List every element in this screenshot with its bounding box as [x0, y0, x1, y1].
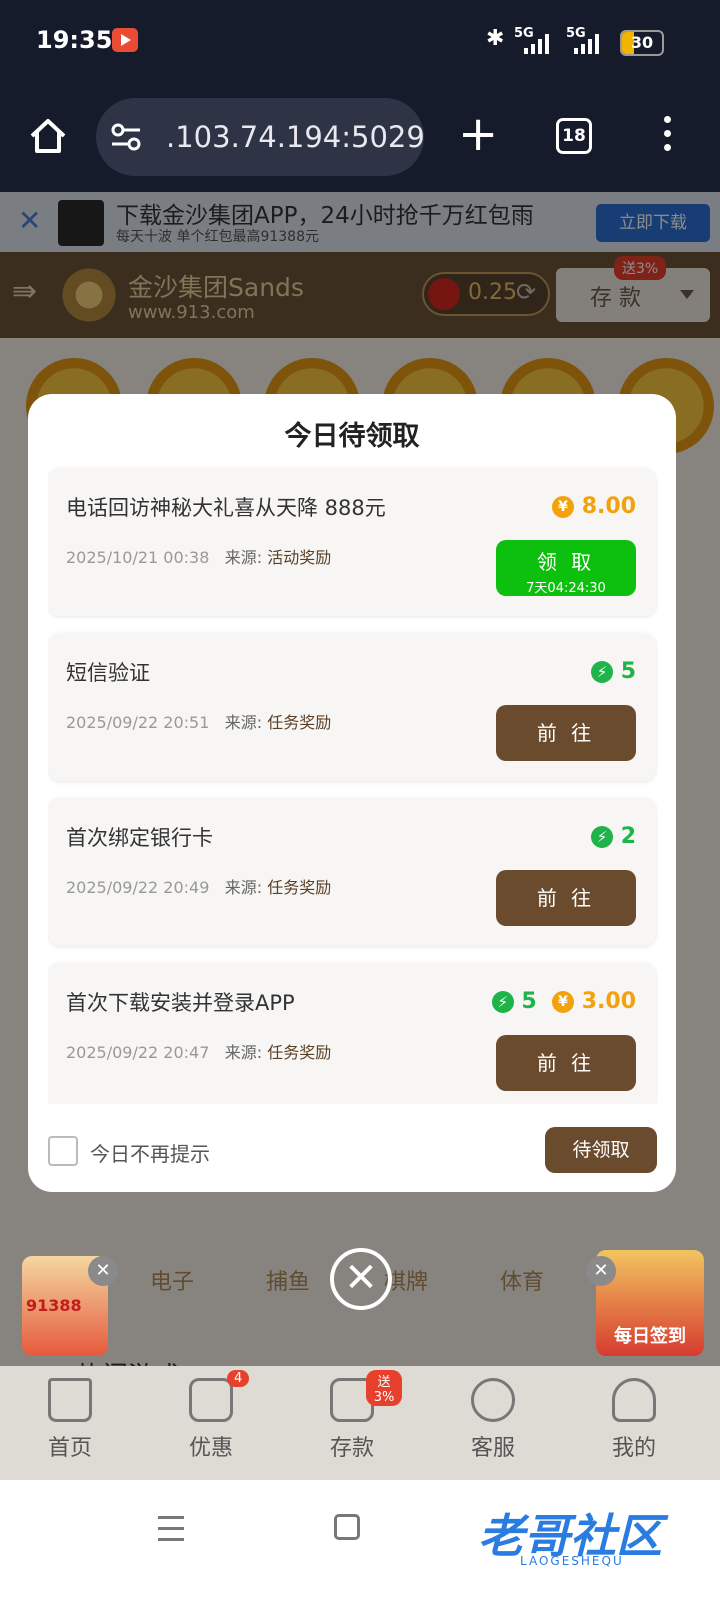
nav-profile[interactable]: 我的 [584, 1378, 684, 1462]
modal-close-icon[interactable]: ✕ [330, 1248, 392, 1310]
reward-meta: 2025/10/21 00:38 来源: 活动奖励 [66, 544, 331, 568]
nav-label: 优惠 [188, 1436, 233, 1461]
reward-title: 短信验证 [66, 661, 150, 685]
claim-label: 领 取 [536, 550, 596, 574]
reward-card: 首次绑定银行卡 ⚡ 2 2025/09/22 20:49 来源: 任务奖励 前 … [48, 798, 656, 946]
nav-support[interactable]: 客服 [443, 1378, 543, 1462]
promo-right-text: 每日签到 [614, 1326, 686, 1347]
reward-meta: 2025/09/22 20:51 来源: 任务奖励 [66, 709, 331, 733]
coin-icon: ¥ [552, 991, 575, 1013]
pending-rewards-modal: 今日待领取 电话回访神秘大礼喜从天降 888元 ¥ 8.00 2025/10/2… [28, 394, 676, 1192]
go-button[interactable]: 前 往 [496, 1035, 636, 1091]
reward-meta: 2025/09/22 20:49 来源: 任务奖励 [66, 874, 331, 898]
nav-label: 客服 [470, 1436, 515, 1461]
modal-title: 今日待领取 [284, 421, 420, 452]
reward-date: 2025/10/21 00:38 [66, 548, 210, 567]
nav-promotions[interactable]: 优惠 4 [161, 1370, 261, 1462]
nav-badge: 送3% [366, 1370, 402, 1406]
promo-left-text: 91388 [26, 1296, 82, 1315]
reward-amount: 8.00 [581, 494, 636, 519]
go-button[interactable]: 前 往 [496, 705, 636, 761]
reward-list[interactable]: 电话回访神秘大礼喜从天降 888元 ¥ 8.00 2025/10/21 00:3… [48, 464, 658, 1104]
source-label: 来源: [224, 548, 263, 567]
user-icon [612, 1378, 656, 1422]
lightning-icon: ⚡ [491, 991, 514, 1013]
reward-source: 任务奖励 [267, 713, 332, 732]
reward-card: 首次下载安装并登录APP ⚡ 5 ¥ 3.00 2025/09/22 20:47… [48, 963, 656, 1104]
coin-icon: ¥ [552, 496, 575, 518]
reward-value: ⚡ 5 [591, 659, 636, 684]
reward-date: 2025/09/22 20:47 [66, 1043, 210, 1062]
reward-source: 任务奖励 [267, 1043, 332, 1062]
lightning-icon: ⚡ [591, 826, 614, 848]
reward-date: 2025/09/22 20:51 [66, 713, 210, 732]
reward-amount: 3.00 [581, 989, 636, 1014]
reward-title: 电话回访神秘大礼喜从天降 888元 [66, 496, 386, 520]
gift-icon [189, 1378, 233, 1422]
home-icon [48, 1378, 92, 1422]
reward-value: ⚡ 2 [591, 824, 636, 849]
go-button[interactable]: 前 往 [496, 870, 636, 926]
no-remind-checkbox[interactable] [48, 1136, 78, 1166]
reward-card: 短信验证 ⚡ 5 2025/09/22 20:51 来源: 任务奖励 前 往 [48, 633, 656, 781]
source-label: 来源: [224, 713, 263, 732]
reward-meta: 2025/09/22 20:47 来源: 任务奖励 [66, 1039, 331, 1063]
reward-title: 首次下载安装并登录APP [66, 991, 295, 1015]
reward-value: ¥ 8.00 [552, 494, 636, 519]
headset-icon [471, 1378, 515, 1422]
lightning-icon: ⚡ [591, 661, 614, 683]
source-label: 来源: [224, 1043, 263, 1062]
system-nav-bar: 老哥社区 LAOGESHEQU [0, 1480, 720, 1604]
reward-points: 2 [620, 824, 636, 849]
pending-button[interactable]: 待领取 [545, 1127, 657, 1173]
nav-badge: 4 [227, 1370, 250, 1387]
reward-value: ⚡ 5 ¥ 3.00 [491, 989, 636, 1014]
nav-label: 我的 [611, 1436, 656, 1461]
reward-source: 任务奖励 [267, 878, 332, 897]
reward-points: 5 [620, 659, 636, 684]
reward-source: 活动奖励 [267, 548, 332, 567]
home-nav-icon[interactable] [334, 1514, 360, 1540]
nav-label: 存款 [329, 1436, 374, 1461]
nav-home[interactable]: 首页 [20, 1378, 120, 1462]
recent-apps-icon[interactable] [158, 1516, 184, 1541]
claim-button[interactable]: 领 取 7天04:24:30 [496, 540, 636, 596]
reward-date: 2025/09/22 20:49 [66, 878, 210, 897]
close-icon[interactable]: ✕ [586, 1256, 616, 1286]
nav-label: 首页 [47, 1436, 92, 1461]
no-remind-label: 今日不再提示 [90, 1142, 210, 1166]
reward-card: 电话回访神秘大礼喜从天降 888元 ¥ 8.00 2025/10/21 00:3… [48, 468, 656, 616]
close-icon[interactable]: ✕ [88, 1256, 118, 1286]
source-label: 来源: [224, 878, 263, 897]
reward-points: 5 [521, 989, 537, 1014]
watermark-sub: LAOGESHEQU [520, 1554, 624, 1568]
claim-timer: 7天04:24:30 [526, 581, 606, 596]
nav-deposit[interactable]: 存款 送3% [302, 1370, 402, 1462]
bottom-nav: 首页 优惠 4 存款 送3% 客服 我的 [0, 1366, 720, 1480]
reward-title: 首次绑定银行卡 [66, 826, 213, 850]
